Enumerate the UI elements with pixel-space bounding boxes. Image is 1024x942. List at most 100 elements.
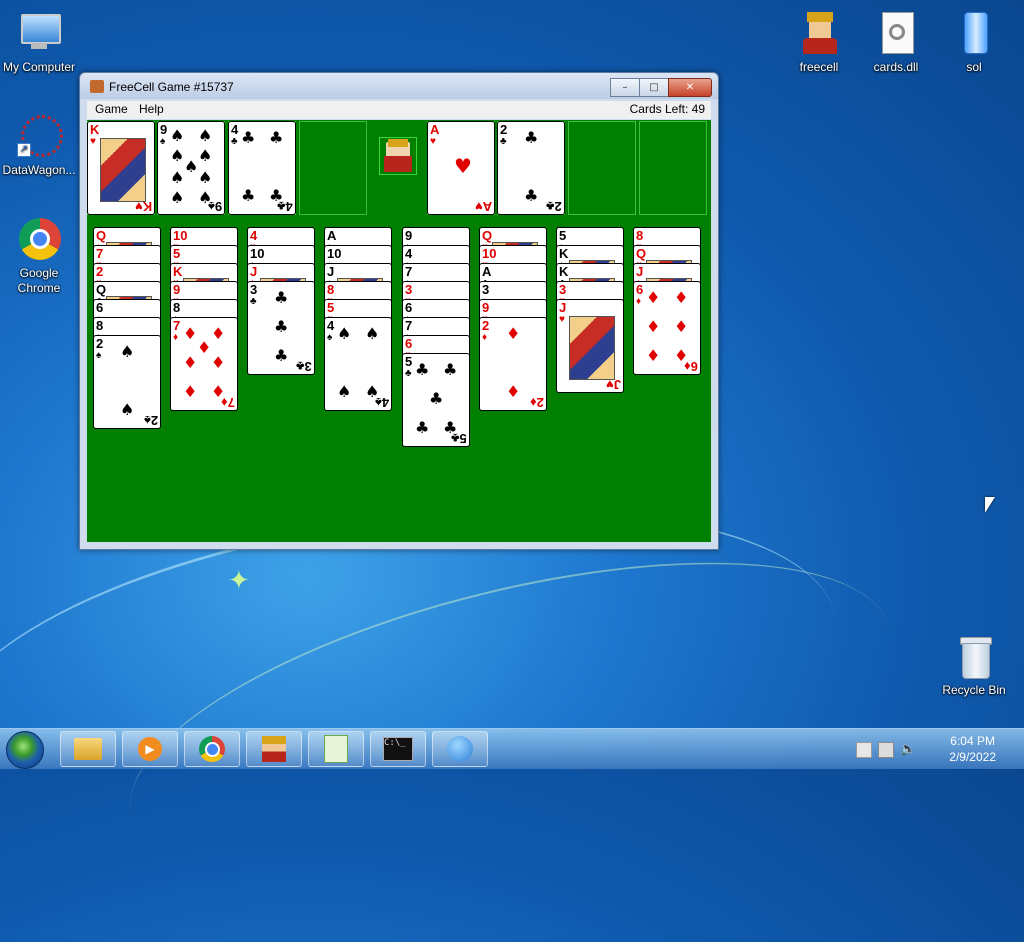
minimize-button[interactable]: – xyxy=(610,78,640,97)
card-pip-icon: ♦ xyxy=(183,324,198,343)
card-rank: 4♠ xyxy=(327,318,335,343)
card-rank-corner: 2♦ xyxy=(530,395,544,410)
card-rank-corner: 6♦ xyxy=(684,359,698,374)
game-board[interactable]: K♥K♥9♠♠♠♠♠♠♠♠♠♠9♠4♣♣♣♣♣4♣A♥♥A♥2♣♣♣2♣Q♦7♥… xyxy=(87,120,711,542)
card-rank: 6 ♦ xyxy=(636,282,644,307)
taskbar-explorer-button[interactable] xyxy=(60,731,116,767)
playing-card[interactable]: 6 ♦ ♦ ♦ ♦ ♦ ♦ ♦ 6♦ xyxy=(633,281,701,375)
card-pip-icon: ♥ xyxy=(454,154,472,178)
network-icon[interactable] xyxy=(878,742,894,758)
card-pip-icon: ♠ xyxy=(170,188,185,207)
datawagon-icon: ↗ xyxy=(15,113,63,161)
menu-help[interactable]: Help xyxy=(139,102,164,116)
playing-card[interactable]: 9 ♠ ♠ ♠ ♠ ♠ ♠ ♠ ♠ ♠ ♠ 9♠ xyxy=(157,121,225,215)
playing-card[interactable]: A ♥ ♥ A♥ xyxy=(427,121,495,215)
desktop-icon-label: Recycle Bin xyxy=(942,683,1006,697)
foundation-3[interactable] xyxy=(568,121,636,215)
foundation-4[interactable] xyxy=(639,121,707,215)
desktop-icon-freecell[interactable]: freecell xyxy=(781,10,857,75)
card-pip-icon: ♦ xyxy=(646,346,661,365)
free-cell-4[interactable] xyxy=(299,121,367,215)
desktop-icon-sol[interactable]: sol xyxy=(936,10,1012,75)
network-globe-icon xyxy=(447,736,473,762)
dll-file-icon xyxy=(872,10,920,58)
clock-date: 2/9/2022 xyxy=(949,750,996,764)
action-center-flag-icon[interactable] xyxy=(856,742,872,758)
playing-card[interactable]: 5 ♣ ♣ ♣ ♣ ♣ ♣ 5♣ xyxy=(402,353,470,447)
system-tray: 🔈 6:04 PM 2/9/2022 xyxy=(850,729,1020,769)
card-pip-icon: ♦ xyxy=(646,288,661,307)
clock-time: 6:04 PM xyxy=(950,734,995,748)
cards-left-counter: Cards Left: 49 xyxy=(629,102,705,116)
card-pip-icon: ♦ xyxy=(506,382,521,401)
desktop-icon-datawagon[interactable]: ↗ DataWagon... xyxy=(1,113,77,178)
playing-card[interactable]: 2 ♦ ♦ ♦ 2♦ xyxy=(479,317,547,411)
card-pip-icon: ♦ xyxy=(211,324,226,343)
desktop-icon-my-computer[interactable]: My Computer xyxy=(1,10,77,75)
playing-card[interactable]: J ♥ J♥ xyxy=(556,299,624,393)
start-button[interactable] xyxy=(6,731,44,769)
sol-app-icon xyxy=(950,10,998,58)
taskbar-notepadpp-button[interactable] xyxy=(308,731,364,767)
close-button[interactable]: ✕ xyxy=(668,78,712,97)
card-pip-icon: ♣ xyxy=(274,288,289,307)
card-pip-icon: ♣ xyxy=(241,128,256,147)
playing-card[interactable]: 4 ♣ ♣ ♣ ♣ ♣ 4♣ xyxy=(228,121,296,215)
window-titlebar[interactable]: FreeCell Game #15737 – □ ✕ xyxy=(80,73,718,99)
taskbar-chrome-button[interactable] xyxy=(184,731,240,767)
card-rank-corner: A♥ xyxy=(474,199,492,214)
maximize-button[interactable]: □ xyxy=(639,78,669,97)
court-card-art xyxy=(100,138,146,202)
card-pip-icon: ♠ xyxy=(120,400,135,419)
desktop-icon-recycle-bin[interactable]: Recycle Bin xyxy=(936,633,1012,698)
card-rank-corner: 9♠ xyxy=(207,199,222,214)
card-rank: K♥ xyxy=(90,122,100,147)
volume-icon[interactable]: 🔈 xyxy=(900,742,916,756)
card-pip-icon: ♣ xyxy=(415,360,430,379)
desktop-icon-label: Google Chrome xyxy=(17,266,61,295)
desktop-icon-cards-dll[interactable]: cards.dll xyxy=(858,10,934,75)
desktop-icon-label: DataWagon... xyxy=(2,163,76,177)
desktop-icon-google-chrome[interactable]: Google Chrome xyxy=(1,216,77,296)
card-pip-icon: ♠ xyxy=(198,168,213,187)
card-pip-icon: ♠ xyxy=(337,324,352,343)
card-suit-icon: ♣ xyxy=(231,136,238,147)
card-pip-icon: ♦ xyxy=(674,317,689,336)
card-pip-icon: ♣ xyxy=(524,128,539,147)
card-rank: 9♠ xyxy=(160,122,168,147)
freecell-window[interactable]: FreeCell Game #15737 – □ ✕ Game Help Car… xyxy=(79,72,719,550)
card-rank: A ♥ xyxy=(430,122,440,147)
taskbar-freecell-button[interactable] xyxy=(246,731,302,767)
card-rank: J ♥ xyxy=(559,300,567,325)
card-pip-icon: ♠ xyxy=(198,126,213,145)
card-pip-icon: ♦ xyxy=(506,324,521,343)
card-pip-icon: ♠ xyxy=(365,324,380,343)
taskbar-cmd-button[interactable]: C:\_ xyxy=(370,731,426,767)
taskbar-network-button[interactable] xyxy=(432,731,488,767)
desktop-icon-label: cards.dll xyxy=(873,60,919,74)
card-suit-icon: ♥ xyxy=(90,136,96,147)
card-rank: 2 ♦ xyxy=(482,318,490,343)
freecell-app-icon xyxy=(90,80,104,93)
card-rank-corner: 4♠ xyxy=(374,395,389,410)
menu-game[interactable]: Game xyxy=(95,102,128,116)
playing-card[interactable]: 3 ♣ ♣ ♣ ♣ 3♣ xyxy=(247,281,315,375)
card-rank: 7 ♦ xyxy=(173,318,181,343)
playing-card[interactable]: 4 ♠ ♠ ♠ ♠ ♠ 4♠ xyxy=(324,317,392,411)
playing-card[interactable]: 2 ♠ ♠ ♠ 2♠ xyxy=(93,335,161,429)
desktop-icon-label: sol xyxy=(966,60,982,74)
chrome-icon xyxy=(199,736,225,762)
playing-card[interactable]: K ♥ K♥ xyxy=(87,121,155,215)
card-rank-corner: 4♣ xyxy=(277,199,293,214)
wallpaper-leaf: ✦ xyxy=(228,566,250,596)
taskbar-media-player-button[interactable]: ▶ xyxy=(122,731,178,767)
card-suit-icon: ♣ xyxy=(250,296,257,307)
card-pip-icon: ♦ xyxy=(197,338,212,357)
playing-card[interactable]: 7 ♦ ♦ ♦ ♦ ♦ ♦ ♦ ♦ 7♦ xyxy=(170,317,238,411)
mouse-cursor xyxy=(985,497,995,513)
card-rank-corner: 3♣ xyxy=(296,359,312,374)
playing-card[interactable]: 2 ♣ ♣ ♣ 2♣ xyxy=(497,121,565,215)
card-rank-corner: 7♦ xyxy=(221,395,235,410)
notepadpp-icon xyxy=(324,735,348,763)
clock[interactable]: 6:04 PM 2/9/2022 xyxy=(949,733,996,765)
